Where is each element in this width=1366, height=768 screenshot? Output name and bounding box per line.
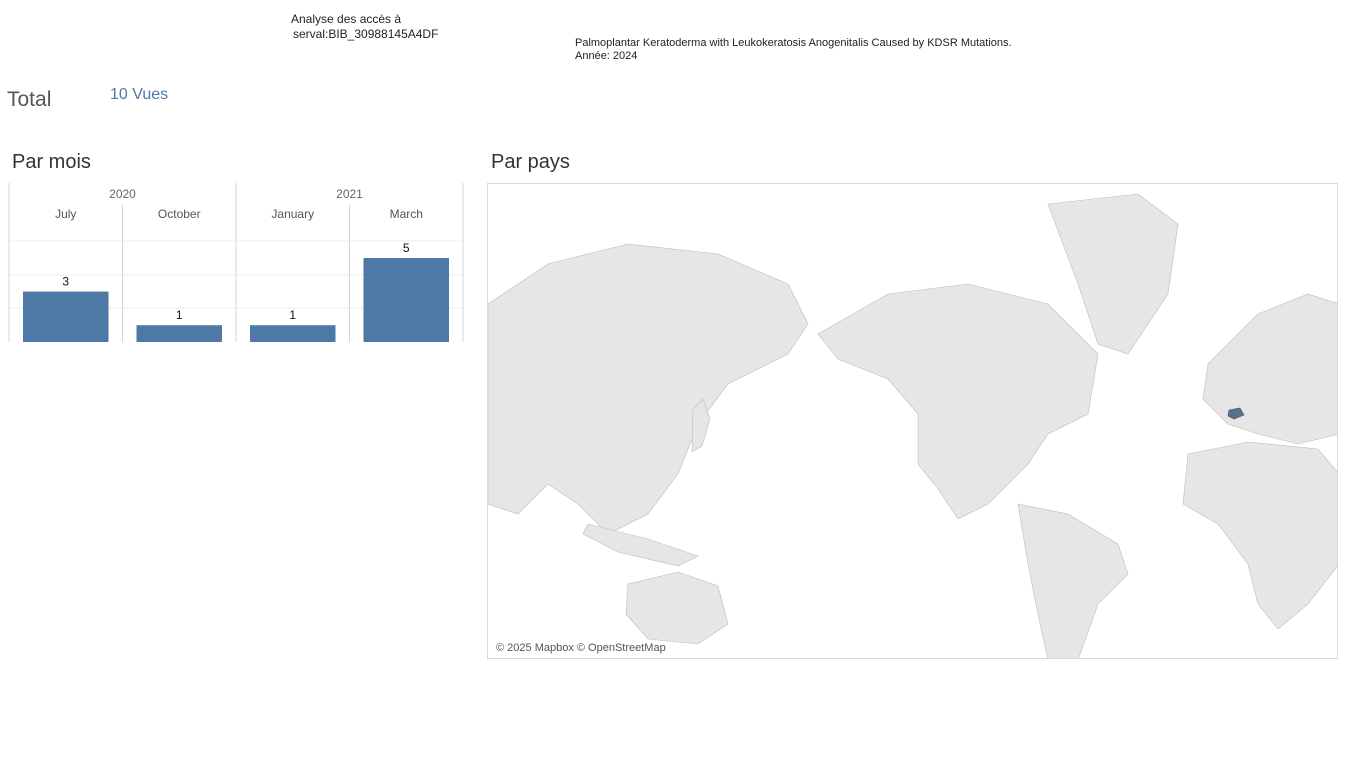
report-title-line2: serval:BIB_30988145A4DF [293, 27, 439, 41]
month-header: October [158, 207, 201, 221]
year-header: 2021 [336, 187, 363, 201]
publication-year: Année: 2024 [575, 50, 638, 62]
by-month-title: Par mois [12, 151, 91, 173]
report-title: Analyse des accès à serval:BIB_30988145A… [291, 12, 438, 42]
asia-landmass [488, 243, 809, 535]
bar [136, 325, 222, 342]
report-title-line1: Analyse des accès à [291, 12, 402, 26]
monthly-bar-chart: 2020 2021 July 3 October 1 January 1 March 5 [8, 183, 464, 342]
africa-landmass [1182, 441, 1337, 630]
month-header: March [390, 207, 423, 221]
total-value: 10 Vues [110, 86, 169, 103]
bar-value-label: 5 [403, 241, 410, 255]
year-header: 2020 [109, 187, 136, 201]
publication-info: Palmoplantar Keratoderma with Leukokerat… [575, 37, 1012, 63]
publication-title: Palmoplantar Keratoderma with Leukokerat… [575, 37, 1012, 49]
south-america-landmass [1017, 503, 1129, 658]
bar [250, 325, 336, 342]
indonesia-islands [582, 523, 699, 567]
bar [23, 291, 109, 342]
bar-value-label: 1 [176, 308, 183, 322]
map-attribution[interactable]: © 2025 Mapbox © OpenStreetMap [496, 642, 666, 654]
australia-landmass [625, 571, 729, 645]
month-header: January [271, 207, 314, 221]
bar [363, 258, 449, 342]
world-map-svg [488, 193, 1337, 658]
country-map[interactable]: © 2025 Mapbox © OpenStreetMap [487, 183, 1338, 659]
total-label: Total [7, 88, 52, 111]
bar-value-label: 1 [289, 308, 296, 322]
bar-value-label: 3 [62, 275, 69, 289]
europe-landmass [1202, 293, 1337, 445]
month-header: July [55, 207, 76, 221]
by-country-title: Par pays [491, 151, 570, 173]
north-america-landmass [817, 283, 1099, 520]
